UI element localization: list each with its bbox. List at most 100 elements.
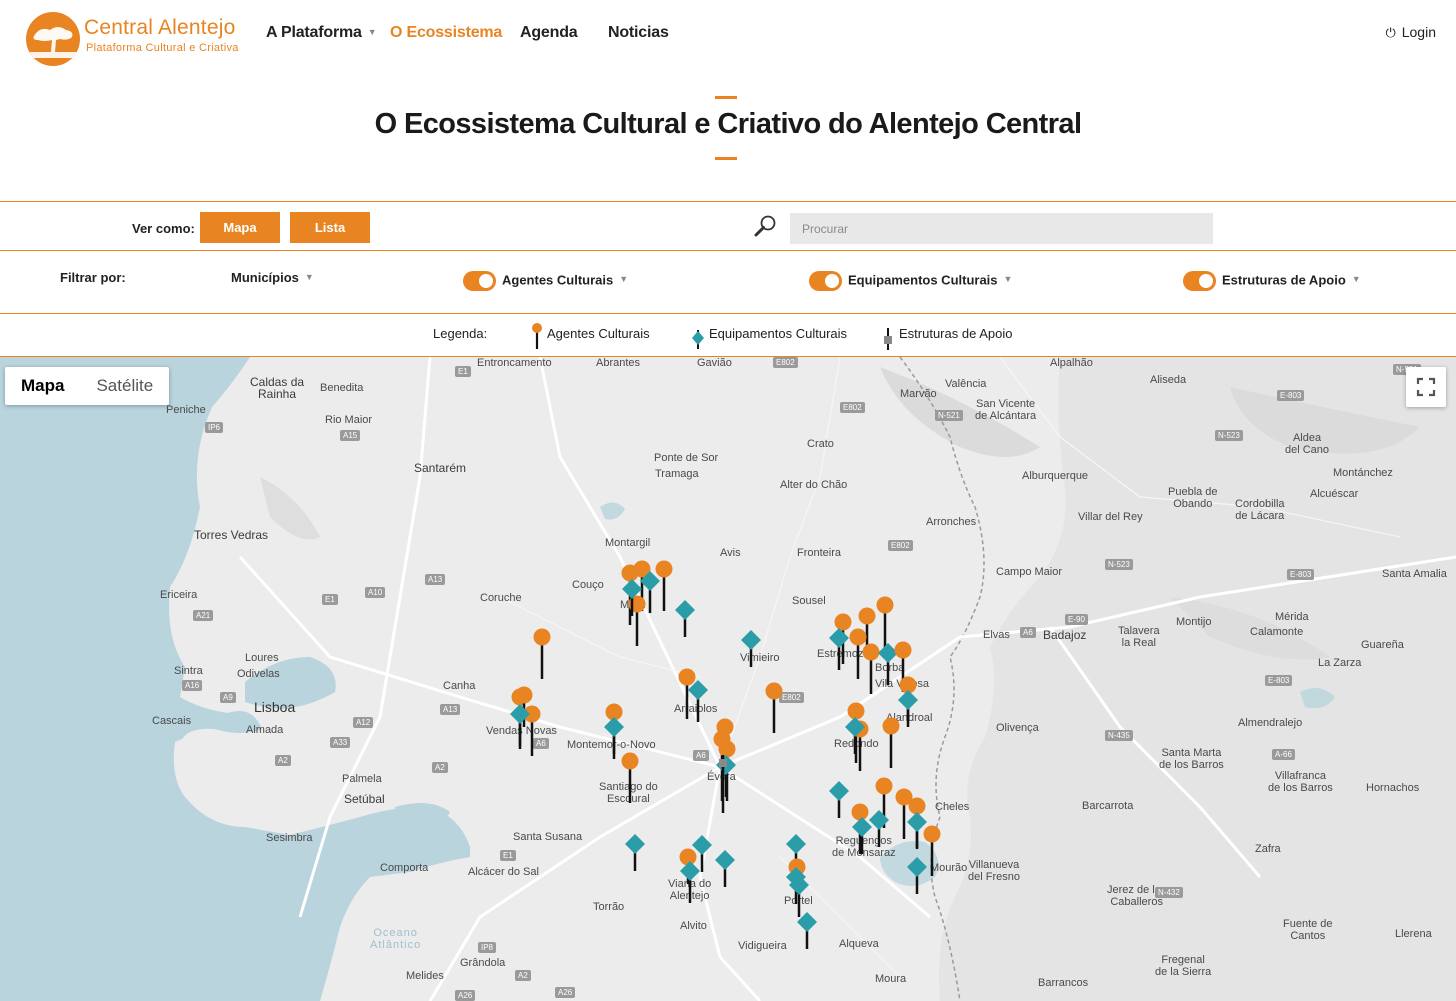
road-shield: A-66 (1272, 749, 1295, 760)
caret-down-icon[interactable]: ▼ (619, 274, 628, 284)
nav-noticias[interactable]: Noticias (608, 24, 669, 42)
login-link[interactable]: ⏻ Login (1385, 24, 1436, 41)
power-icon: ⏻ (1385, 25, 1396, 40)
agentes-filter[interactable]: Agentes Culturais ▼ (463, 271, 628, 291)
map-place-label: Vidigueira (738, 940, 787, 952)
estruturas-filter[interactable]: Estruturas de Apoio ▼ (1183, 271, 1361, 291)
logo-subtitle: Plataforma Cultural e Criativa (86, 42, 239, 54)
map-place-label: La Zarza (1318, 657, 1362, 669)
road-shield: E-803 (1277, 390, 1305, 401)
road-shield: E-803 (1265, 675, 1293, 686)
map-place-label: Campo Maior (996, 566, 1063, 578)
map-place-label: Melides (406, 970, 444, 982)
map-place-label: Alvito (680, 920, 707, 932)
municipios-dropdown[interactable]: Municípios ▼ (231, 270, 314, 285)
map-type-satellite[interactable]: Satélite (80, 367, 169, 405)
caret-down-icon[interactable]: ▼ (1004, 274, 1013, 284)
equipment-marker[interactable] (828, 781, 850, 820)
login-label: Login (1401, 24, 1436, 40)
caret-down-icon: ▼ (367, 27, 377, 37)
map-place-label: Sintra (174, 665, 203, 677)
map-place-label: Comporta (380, 862, 429, 874)
map-place-label: Montánchez (1333, 467, 1393, 479)
map-place-label: Peniche (166, 404, 206, 416)
map-place-label: Sesimbra (266, 832, 313, 844)
agent-marker[interactable] (763, 681, 785, 735)
equipment-marker[interactable] (624, 834, 646, 873)
road-shield: E802 (888, 540, 913, 551)
map-place-label: Hornachos (1366, 782, 1420, 794)
map-place-label: Santa Marta de los Barros (1159, 747, 1224, 771)
legend-label: Legenda: (433, 326, 488, 341)
road-shield: A10 (365, 587, 386, 598)
nav-o-ecossistema[interactable]: O Ecossistema (390, 24, 502, 42)
map-place-label: Almendralejo (1238, 717, 1303, 729)
map-place-label: Gavião (697, 357, 732, 369)
support-marker[interactable] (712, 751, 734, 815)
map-place-label: Sousel (792, 595, 826, 607)
tree-logo-icon (30, 27, 76, 58)
caret-down-icon[interactable]: ▼ (1352, 274, 1361, 284)
road-shield: N-523 (1105, 559, 1133, 570)
road-shield: E1 (322, 594, 338, 605)
search-input[interactable] (790, 213, 1213, 244)
equipment-marker[interactable] (674, 600, 696, 639)
map-place-label: Almada (246, 724, 284, 736)
equipment-marker[interactable] (906, 857, 928, 896)
map-place-label: Grândola (460, 957, 506, 969)
map-place-label: Lisboa (254, 699, 296, 715)
legend-equipamentos: Equipamentos Culturais (709, 326, 848, 341)
road-shield: A2 (275, 755, 291, 766)
map-place-label: Odivelas (237, 668, 280, 680)
map-place-label: Alburquerque (1022, 470, 1089, 482)
agent-marker[interactable] (531, 627, 553, 681)
agent-marker[interactable] (880, 716, 902, 770)
equipment-marker[interactable] (740, 630, 762, 669)
equipment-diamond-icon (692, 330, 704, 349)
map-place-label: Tramaga (655, 468, 699, 480)
equipamentos-filter[interactable]: Equipamentos Culturais ▼ (809, 271, 1012, 291)
map-place-label: Benedita (320, 382, 364, 394)
page-title: O Ecossistema Cultural e Criativo do Ale… (374, 108, 1082, 140)
estruturas-toggle[interactable] (1183, 271, 1216, 291)
road-shield: A33 (330, 737, 351, 748)
equipamentos-toggle[interactable] (809, 271, 842, 291)
equipment-marker[interactable] (679, 861, 701, 905)
map-place-label: Crato (807, 438, 834, 450)
road-shield: A6 (693, 750, 709, 761)
map-place-label: Guareña (1361, 639, 1404, 651)
map-place-label: Caldas da Rainha (250, 375, 305, 401)
equipment-marker[interactable] (714, 850, 736, 889)
map-view-button[interactable]: Mapa (200, 212, 280, 243)
equipment-marker[interactable] (868, 810, 890, 849)
road-shield: A9 (220, 692, 236, 703)
road-shield: A6 (1020, 627, 1036, 638)
agentes-toggle[interactable] (463, 271, 496, 291)
map-type-control: Mapa Satélite (5, 367, 170, 405)
nav-agenda[interactable]: Agenda (520, 24, 578, 42)
equipment-marker[interactable] (621, 579, 643, 618)
agent-pin-icon (532, 323, 542, 349)
map-place-label: Cheles (935, 801, 970, 813)
fullscreen-button[interactable] (1406, 367, 1446, 407)
map-place-label: Canha (443, 680, 476, 692)
site-logo[interactable]: Central Alentejo Plataforma Cultural e C… (26, 10, 239, 66)
map-type-map[interactable]: Mapa (5, 367, 80, 405)
equipment-marker[interactable] (687, 680, 709, 724)
map-canvas[interactable]: Entroncamento Abrantes Gavião Alpalhão Calda… (0, 357, 1456, 1001)
equipment-marker[interactable] (509, 704, 531, 748)
caret-down-icon: ▼ (304, 272, 314, 282)
road-shield: N-523 (1215, 430, 1243, 441)
view-as-label: Ver como: (132, 221, 195, 236)
search-icon[interactable] (754, 214, 778, 238)
divider (0, 201, 1456, 202)
map-place-label: Villanueva del Fresno (968, 859, 1020, 883)
map-place-label: Montargil (605, 537, 651, 549)
road-shield: A2 (515, 970, 531, 981)
fullscreen-icon (1416, 377, 1436, 397)
equipment-marker[interactable] (796, 912, 818, 951)
nav-a-plataforma[interactable]: A Plataforma ▼ (266, 24, 377, 42)
list-view-button[interactable]: Lista (290, 212, 370, 243)
equipment-marker[interactable] (844, 717, 866, 756)
agent-marker[interactable] (619, 751, 641, 805)
